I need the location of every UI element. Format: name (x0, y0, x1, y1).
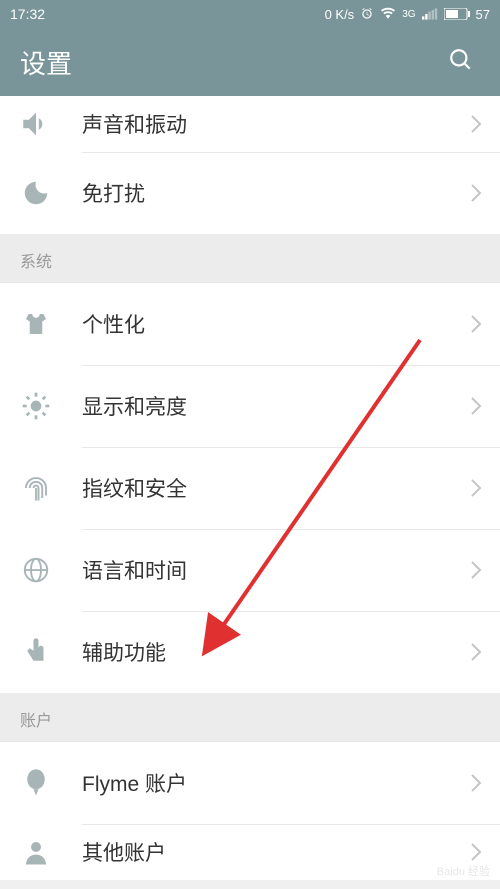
chevron-right-icon (470, 478, 482, 498)
page-title: 设置 (20, 44, 442, 81)
section-system: 系统 (0, 234, 500, 283)
signal-icon (422, 7, 438, 21)
item-label: 其他账户 (82, 837, 470, 867)
chevron-right-icon (470, 183, 482, 203)
settings-list: 声音和振动 免打扰 系统 个性化 显示和亮度 指纹和安全 语言和 (0, 96, 500, 880)
chevron-right-icon (470, 560, 482, 580)
status-time: 17:32 (10, 6, 325, 22)
item-flyme[interactable]: Flyme 账户 (0, 742, 500, 824)
status-speed: 0 K/s (325, 7, 355, 22)
item-label: 辅助功能 (82, 637, 470, 667)
header: 设置 (0, 28, 500, 96)
status-network: 3G (402, 9, 415, 20)
item-label: 免打扰 (82, 178, 470, 208)
status-bar: 17:32 0 K/s 3G 57 (0, 0, 500, 28)
fingerprint-icon (18, 470, 54, 506)
shirt-icon (18, 306, 54, 342)
alarm-icon (360, 7, 374, 21)
status-icons: 0 K/s 3G 57 (325, 7, 490, 22)
item-dnd[interactable]: 免打扰 (0, 152, 500, 234)
item-label: Flyme 账户 (82, 768, 470, 798)
hand-icon (18, 634, 54, 670)
chevron-right-icon (470, 396, 482, 416)
item-fingerprint[interactable]: 指纹和安全 (0, 447, 500, 529)
item-language[interactable]: 语言和时间 (0, 529, 500, 611)
chevron-right-icon (470, 642, 482, 662)
chevron-right-icon (470, 773, 482, 793)
battery-icon (444, 8, 470, 20)
search-icon (448, 47, 474, 73)
item-sound[interactable]: 声音和振动 (0, 96, 500, 152)
item-label: 显示和亮度 (82, 391, 470, 421)
brightness-icon (18, 388, 54, 424)
person-icon (18, 834, 54, 870)
section-account: 账户 (0, 693, 500, 742)
item-accessibility[interactable]: 辅助功能 (0, 611, 500, 693)
search-button[interactable] (442, 41, 480, 84)
item-display[interactable]: 显示和亮度 (0, 365, 500, 447)
sound-icon (18, 106, 54, 142)
chevron-right-icon (470, 314, 482, 334)
balloon-icon (18, 765, 54, 801)
chevron-right-icon (470, 842, 482, 862)
globe-icon (18, 552, 54, 588)
chevron-right-icon (470, 114, 482, 134)
moon-icon (18, 175, 54, 211)
item-label: 语言和时间 (82, 555, 470, 585)
status-battery: 57 (476, 7, 490, 22)
item-label: 声音和振动 (82, 109, 470, 139)
item-label: 个性化 (82, 309, 470, 339)
wifi-icon (380, 7, 396, 21)
item-personalize[interactable]: 个性化 (0, 283, 500, 365)
item-label: 指纹和安全 (82, 473, 470, 503)
item-other-account[interactable]: 其他账户 (0, 824, 500, 880)
